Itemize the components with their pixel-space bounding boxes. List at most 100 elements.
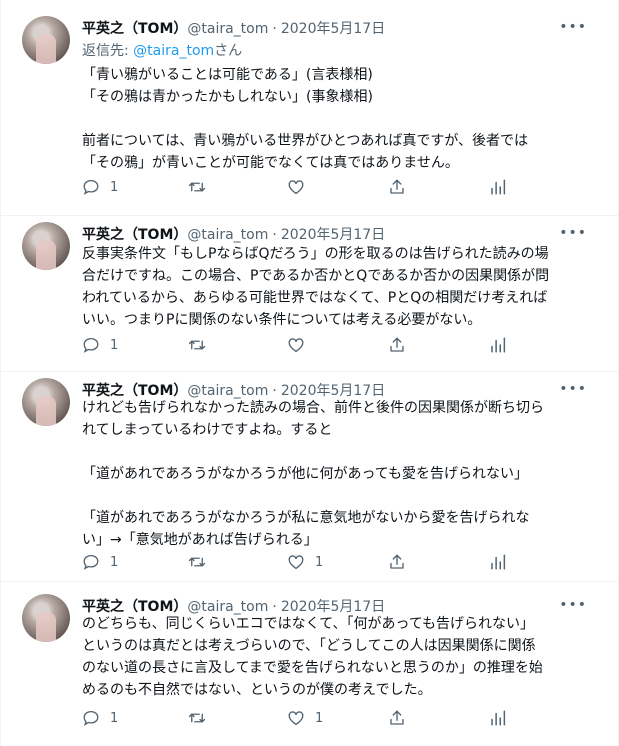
tweet-line: 「道があれであろうがなかろうが他に何があっても愛を告げられない」	[82, 466, 529, 482]
tweet-actions: 1 1	[82, 552, 512, 572]
like-count: 1	[315, 710, 324, 726]
author-handle[interactable]: @taira_tom	[187, 227, 268, 243]
tweet-actions: 1 1	[82, 708, 512, 728]
tweet-divider	[0, 215, 619, 216]
tweet-text: けれども告げられなかった読みの場合、前件と後件の因果関係が断ち切ら れてしまって…	[82, 397, 544, 551]
share-icon	[390, 554, 404, 569]
avatar[interactable]	[22, 16, 70, 64]
author-handle[interactable]: @taira_tom	[187, 21, 268, 37]
heart-icon	[288, 338, 304, 353]
tweet-date[interactable]: 2020年5月17日	[281, 21, 385, 37]
like-button[interactable]	[287, 177, 315, 197]
like-button[interactable]	[287, 335, 315, 355]
tweet-line: 「その鴉は青かったかもしれない」(事象様相)	[82, 89, 373, 105]
tweet-line: 「青い鴉がいることは可能である」(言表様相)	[82, 67, 373, 83]
reply-to-mention[interactable]: @taira_tom	[133, 43, 214, 59]
heart-icon	[288, 555, 304, 570]
reply-button[interactable]: 1	[82, 708, 118, 728]
tweet[interactable]: 平英之（TOM）@taira_tom · 2020年5月17日 ••• のどちらも、…	[0, 594, 619, 746]
reply-count: 1	[110, 710, 119, 726]
tweet-date[interactable]: 2020年5月17日	[281, 227, 385, 243]
share-button[interactable]	[388, 708, 406, 728]
retweet-icon	[188, 713, 206, 723]
more-icon[interactable]: •••	[559, 20, 587, 34]
reply-to-prefix: 返信先:	[82, 43, 134, 59]
tweet-text: のどちらも、同じくらいエコではなくて、「何があっても告げられない」 というのは真…	[82, 613, 543, 701]
tweet-line: いい。つまりPに関係のない条件については考える必要がない。	[82, 312, 482, 328]
analytics-icon	[491, 337, 506, 353]
analytics-icon	[491, 179, 506, 195]
tweet-header: 平英之（TOM）@taira_tom · 2020年5月17日	[82, 19, 385, 39]
tweet-text: 反事実条件文「もしPならばQだろう」の形を取るのは告げられた読みの場 合だけです…	[82, 243, 549, 331]
share-button[interactable]	[388, 177, 406, 197]
tweet-actions: 1	[82, 335, 512, 355]
retweet-button[interactable]	[188, 708, 216, 728]
reply-button[interactable]: 1	[82, 335, 118, 355]
more-icon[interactable]: •••	[559, 598, 587, 612]
analytics-button[interactable]	[489, 177, 507, 197]
reply-icon	[83, 179, 99, 195]
avatar[interactable]	[22, 378, 70, 426]
like-button[interactable]: 1	[287, 552, 323, 572]
tweet-header: 平英之（TOM）@taira_tom · 2020年5月17日	[82, 225, 385, 245]
reply-button[interactable]: 1	[82, 552, 118, 572]
heart-icon	[288, 180, 304, 195]
tweet-line: めるのも不自然ではない、というのが僕の考えでした。	[82, 682, 432, 698]
tweet-line: 合だけですね。この場合、Pであるか否かとQであるか否かの因果関係が問	[82, 268, 550, 284]
tweet-line: 前者については、青い鴉がいる世界がひとつあれば真ですが、後者では	[82, 133, 529, 149]
tweet-line: 「道があれであろうがなかろうが私に意気地がないから愛を告げられな	[82, 510, 530, 526]
avatar[interactable]	[22, 594, 70, 642]
reply-count: 1	[110, 337, 119, 353]
reply-button[interactable]: 1	[82, 177, 118, 197]
retweet-icon	[188, 182, 206, 192]
tweet-line: のない道の長さに言及してまで愛を告げられないと思うのか」の推理を始	[82, 660, 543, 676]
like-button[interactable]: 1	[287, 708, 323, 728]
tweet-line: けれども告げられなかった読みの場合、前件と後件の因果関係が断ち切ら	[82, 400, 544, 416]
retweet-icon	[188, 557, 206, 567]
reply-icon	[83, 554, 99, 570]
tweet-text: 「青い鴉がいることは可能である」(言表様相) 「その鴉は青かったかもしれない」(…	[82, 64, 528, 174]
tweet-line: 反事実条件文「もしPならばQだろう」の形を取るのは告げられた読みの場	[82, 246, 549, 262]
analytics-icon	[491, 710, 506, 726]
reply-count: 1	[110, 554, 119, 570]
share-icon	[390, 710, 404, 725]
tweet-line: われているから、あらゆる可能世界ではなくて、PとQの相関だけ考えれば	[82, 290, 548, 306]
tweet-line: のどちらも、同じくらいエコではなくて、「何があっても告げられない」	[82, 616, 535, 632]
like-count: 1	[315, 554, 324, 570]
share-button[interactable]	[388, 552, 406, 572]
author-name[interactable]: 平英之（TOM）	[82, 21, 187, 37]
share-icon	[390, 179, 404, 194]
analytics-button[interactable]	[489, 552, 507, 572]
more-icon[interactable]: •••	[559, 226, 587, 240]
reply-count: 1	[110, 179, 119, 195]
tweet-line	[82, 108, 528, 130]
reply-icon	[83, 337, 99, 353]
reply-icon	[83, 710, 99, 726]
more-icon[interactable]: •••	[559, 382, 587, 396]
tweet-line: というのは真だとは考えづらいので、「どうしてこの人は因果関係に関係	[82, 638, 536, 654]
tweet[interactable]: 平英之（TOM）@taira_tom · 2020年5月17日 ••• けれども告げ…	[0, 378, 619, 582]
author-name[interactable]: 平英之（TOM）	[82, 227, 187, 243]
separator-dot: ·	[272, 227, 277, 243]
heart-icon	[288, 711, 304, 726]
retweet-icon	[188, 340, 206, 350]
analytics-button[interactable]	[489, 708, 507, 728]
tweet-divider	[0, 581, 619, 582]
avatar[interactable]	[22, 222, 70, 270]
retweet-button[interactable]	[188, 335, 216, 355]
tweet-line	[82, 485, 544, 507]
share-icon	[390, 337, 404, 352]
tweet[interactable]: 平英之（TOM）@taira_tom · 2020年5月17日 ••• 反事実条件文…	[0, 222, 619, 372]
reply-to-suffix: さん	[214, 43, 243, 59]
tweet-line: 「その鴉」が青いことが可能でなくては真ではありません。	[82, 155, 459, 171]
tweet[interactable]: 平英之（TOM）@taira_tom · 2020年5月17日 ••• 返信先: @…	[0, 16, 619, 216]
reply-to: 返信先: @taira_tomさん	[82, 41, 242, 61]
tweet-actions: 1	[82, 177, 512, 197]
analytics-button[interactable]	[489, 335, 507, 355]
retweet-button[interactable]	[188, 177, 216, 197]
retweet-button[interactable]	[188, 552, 216, 572]
analytics-icon	[491, 554, 506, 570]
tweet-line: い」→「意気地があれば告げられる」	[82, 532, 318, 548]
share-button[interactable]	[388, 335, 406, 355]
tweet-line	[82, 441, 544, 463]
